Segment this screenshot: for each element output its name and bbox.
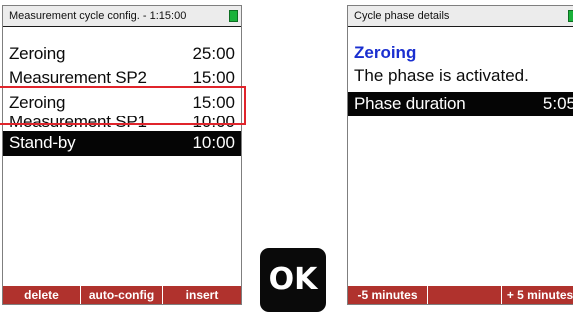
insert-softkey[interactable]: insert <box>163 286 241 304</box>
phase-name: Stand-by <box>9 133 76 152</box>
ok-key[interactable]: OK <box>260 248 326 312</box>
phase-status-text: The phase is activated. <box>354 66 529 85</box>
phase-heading: Zeroing <box>354 43 417 62</box>
cycle-row[interactable]: Zeroing 25:00 <box>3 42 241 66</box>
phase-details-screen: Cycle phase details Zeroing The phase is… <box>347 5 573 305</box>
delete-softkey[interactable]: delete <box>3 286 81 304</box>
phase-name: Zeroing <box>9 44 66 63</box>
auto-config-softkey[interactable]: auto-config <box>81 286 163 304</box>
phase-duration: 10:00 <box>192 133 235 152</box>
phase-duration-field[interactable]: Phase duration 5:05 <box>348 92 573 116</box>
screen-title: Measurement cycle config. - 1:15:00 <box>3 6 241 27</box>
highlight-box <box>0 86 246 125</box>
plus-5-minutes-softkey[interactable]: + 5 minutes <box>502 286 573 304</box>
softkey-bar: -5 minutes + 5 minutes <box>348 286 573 304</box>
cycle-config-screen: Measurement cycle config. - 1:15:00 Zero… <box>2 5 242 305</box>
battery-icon <box>568 10 573 22</box>
screen-title: Cycle phase details <box>348 6 573 27</box>
cycle-row-selected[interactable]: Stand-by 10:00 <box>3 131 241 156</box>
softkey-bar: delete auto-config insert <box>3 286 241 304</box>
minus-5-minutes-softkey[interactable]: -5 minutes <box>348 286 428 304</box>
empty-softkey[interactable] <box>428 286 502 304</box>
field-value: 5:05 <box>542 94 573 113</box>
phase-duration: 25:00 <box>192 44 235 63</box>
field-label: Phase duration <box>354 94 466 113</box>
battery-icon <box>229 10 238 22</box>
